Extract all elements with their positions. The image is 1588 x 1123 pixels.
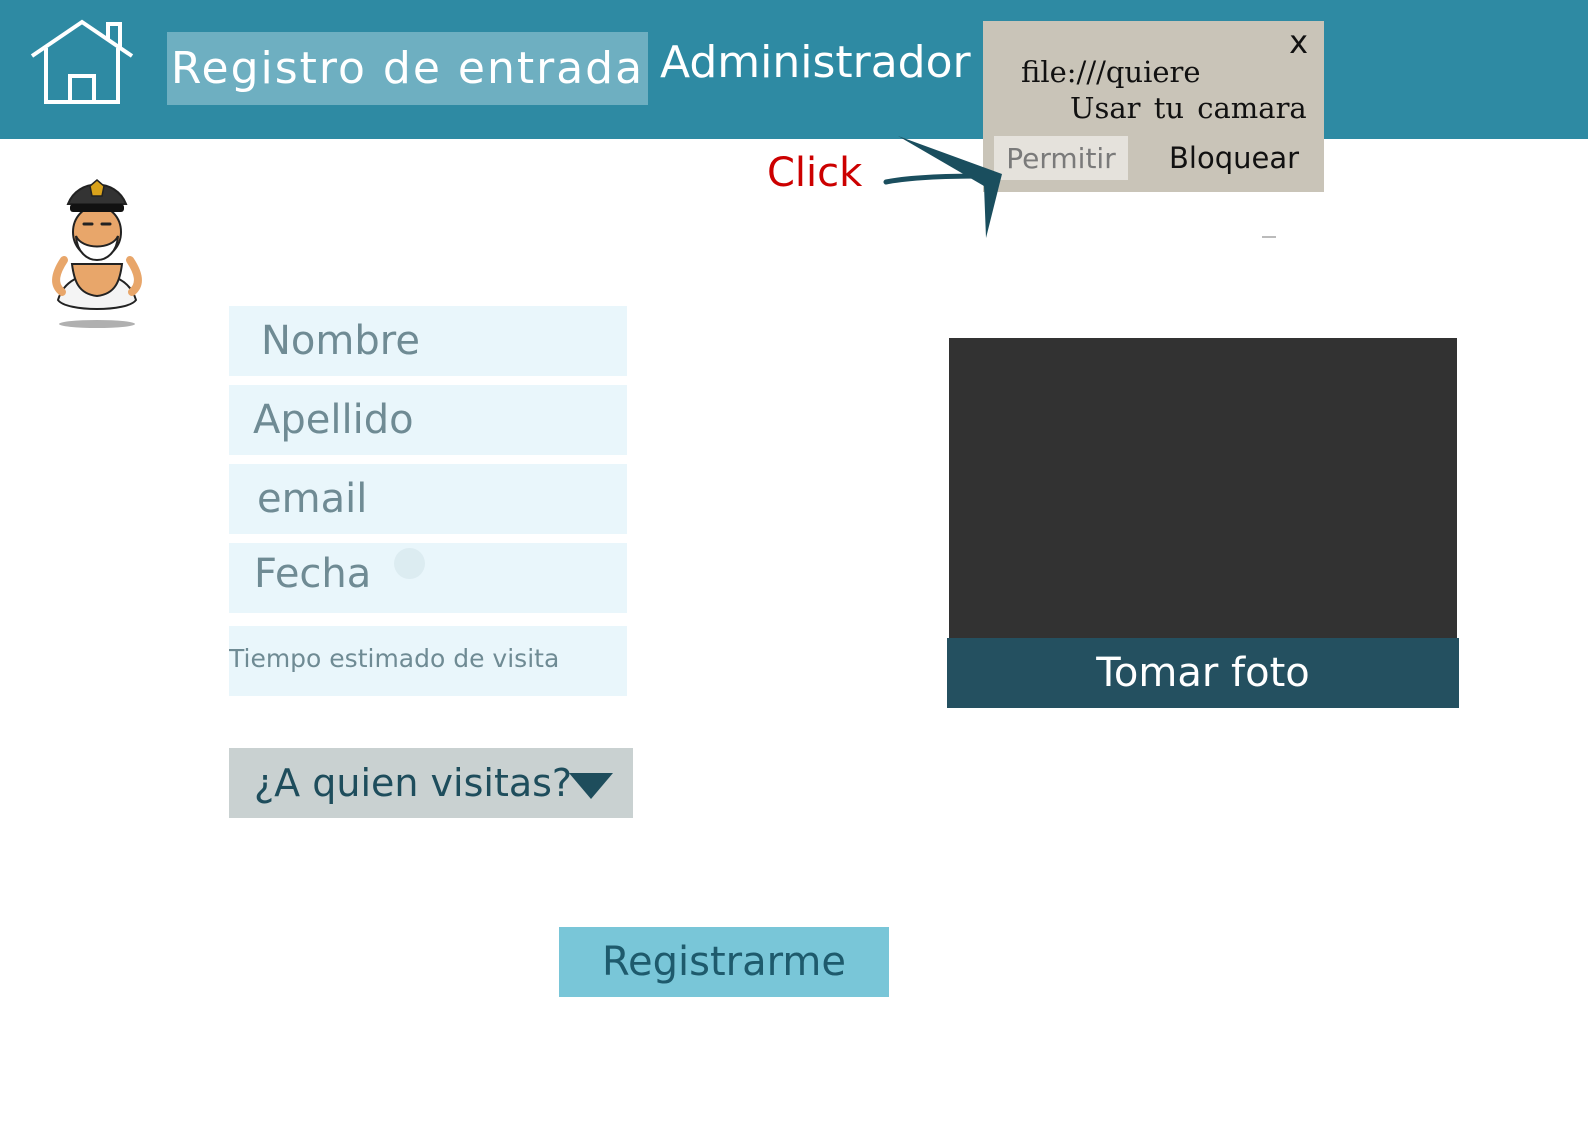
fecha-field [229,543,627,613]
pointer-arrow-icon [883,136,1002,238]
apellido-field [229,385,627,455]
popup-origin-text: file:///quiere [1021,55,1201,89]
click-annotation-label: Click [767,150,863,196]
nombre-input[interactable] [229,306,627,376]
nombre-field [229,306,627,376]
nav-registro-de-entrada[interactable]: Registro de entrada [167,32,648,105]
fecha-input[interactable] [229,543,627,613]
apellido-input[interactable] [229,385,627,455]
divider-mark [1262,236,1276,238]
camera-preview [949,338,1457,638]
email-field [229,464,627,534]
allow-camera-button[interactable]: Permitir [994,136,1128,180]
register-button[interactable]: Registrarme [559,927,889,997]
home-icon[interactable] [28,18,136,106]
dropdown-label: ¿A quien visitas? [254,761,573,805]
take-photo-button[interactable]: Tomar foto [947,638,1459,708]
tiempo-field [229,626,627,696]
tiempo-visita-input[interactable] [229,626,627,696]
popup-request-text: Usar tu camara [1070,91,1307,125]
visit-host-dropdown[interactable]: ¿A quien visitas? [229,748,633,818]
top-header: Registro de entrada Administrador [0,0,1588,139]
block-camera-button[interactable]: Bloquear [1169,136,1299,180]
camera-permission-popup: x file:///quiere Usar tu camara Permitir… [983,21,1324,192]
email-input[interactable] [229,464,627,534]
date-picker-icon[interactable] [394,548,425,579]
nav-administrador[interactable]: Administrador [660,32,971,92]
popup-close-button[interactable]: x [1289,23,1308,61]
chevron-down-icon [569,773,613,799]
police-mascot-icon [52,179,142,328]
